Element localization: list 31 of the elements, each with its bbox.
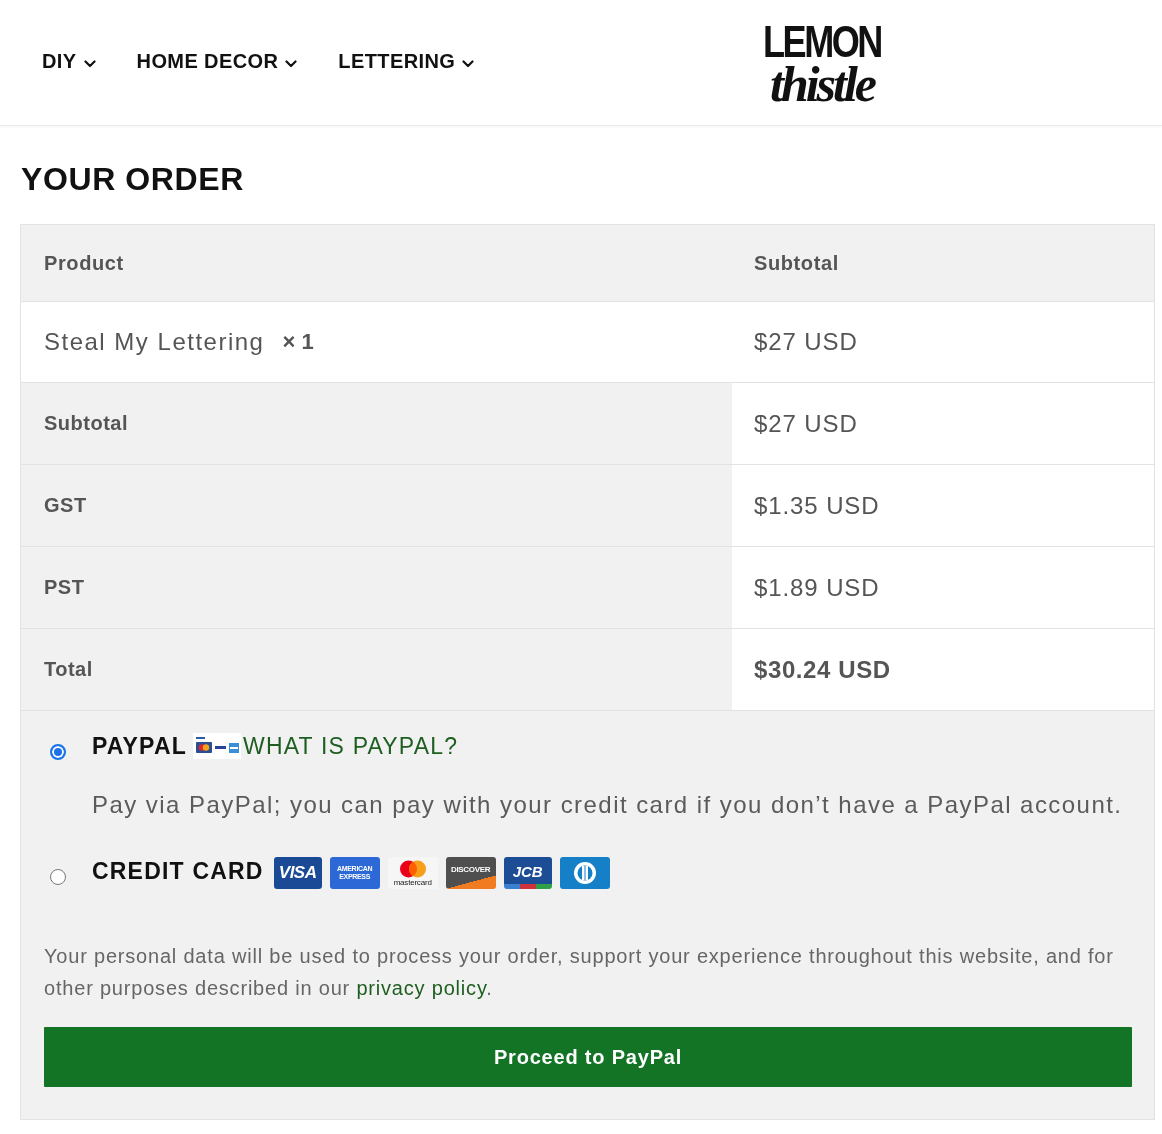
card-logos-icon (192, 733, 241, 759)
product-name: Steal My Lettering (44, 328, 265, 356)
nav-menu-item[interactable]: LETTERING (338, 49, 475, 73)
privacy-policy-link[interactable]: privacy policy (356, 977, 487, 999)
product-quantity: × 1 (282, 329, 314, 355)
payment-method-label[interactable]: CREDIT CARD (92, 857, 264, 885)
chevron-down-icon (462, 60, 475, 68)
card-logo: JCB (503, 857, 552, 889)
column-header: Subtotal (732, 225, 1154, 301)
row-header: GST (21, 465, 732, 546)
card-logo: mastercard (387, 857, 438, 889)
chevron-down-icon (83, 60, 96, 68)
chevron-down-icon (285, 60, 298, 68)
site-logo[interactable]: LEMON thistle (760, 21, 884, 106)
nav-menu-item[interactable]: DIY (42, 49, 96, 73)
radio-button[interactable] (50, 744, 66, 760)
payment-method-label[interactable]: PAYPAL (92, 732, 187, 760)
section-heading: YOUR ORDER (21, 160, 244, 199)
proceed-button[interactable]: Proceed to PayPal (44, 1027, 1132, 1087)
nav-menu-item[interactable]: HOME DECOR (136, 49, 298, 73)
card-logo: DISCOVER (445, 857, 496, 889)
radio-button[interactable] (50, 869, 66, 885)
card-logo: VISA (273, 857, 322, 889)
row-header: PST (21, 547, 732, 628)
row-header: Subtotal (21, 383, 732, 464)
privacy-notice: Your personal data will be used to process your order, support your experience throughout this website, and for other purposes described in our privacy policy. (44, 944, 1115, 1001)
column-header: Product (21, 225, 732, 301)
card-logo-icon (559, 857, 610, 889)
payment-description: Pay via PayPal; you can pay with your credit card if you don’t have a PayPal account. (92, 790, 1124, 820)
row-header: Total (21, 629, 732, 710)
what-is-paypal-link[interactable]: WHAT IS PAYPAL? (242, 732, 459, 760)
